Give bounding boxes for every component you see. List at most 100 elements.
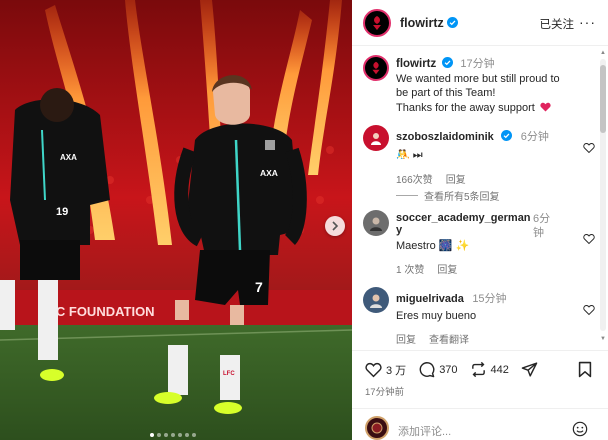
add-comment-bar: 添加评论... bbox=[352, 408, 608, 440]
caption-line-2: be part of this Team! bbox=[396, 87, 496, 99]
like-count: 3 万 bbox=[386, 364, 407, 377]
commenter-avatar[interactable] bbox=[363, 210, 389, 236]
repost-icon bbox=[471, 361, 485, 378]
repost-count: 442 bbox=[490, 363, 509, 376]
comment-reply-button[interactable]: 回复 bbox=[437, 261, 457, 276]
share-button[interactable] bbox=[521, 361, 538, 378]
caption-body: flowirtz 17分钟 We wanted more but still p… bbox=[396, 57, 596, 115]
bookmark-icon bbox=[578, 361, 592, 378]
send-paper-plane-icon bbox=[521, 362, 538, 377]
post-header: flowirtz 已关注 ··· bbox=[352, 0, 608, 46]
comment-body: szoboszlaidominik 6分钟 🤼 ⏭ 166次赞 回复 bbox=[396, 127, 586, 186]
caption-username[interactable]: flowirtz bbox=[396, 58, 436, 70]
caption-line-1: We wanted more but still proud to bbox=[396, 72, 560, 85]
carousel-dot-active bbox=[150, 433, 154, 437]
comment-like-heart-icon[interactable] bbox=[583, 304, 595, 316]
comment-text: Eres muy bueno bbox=[396, 310, 477, 322]
commenter-avatar[interactable] bbox=[363, 125, 389, 151]
post-image: LFC FOUNDATION 19 AXA AXA 7 LFC bbox=[0, 0, 352, 440]
comment-time: 15分钟 bbox=[472, 293, 507, 305]
caption-line-3: Thanks for the away support bbox=[396, 101, 535, 114]
left-shirt-sponsor: AXA bbox=[60, 153, 77, 162]
verified-badge-icon bbox=[501, 130, 513, 141]
comments-list: flowirtz 17分钟 We wanted more but still p… bbox=[352, 47, 608, 347]
posted-time: 17分钟前 bbox=[365, 387, 405, 398]
club-crest-icon bbox=[371, 422, 383, 434]
comment-like-heart-icon[interactable] bbox=[583, 233, 595, 245]
red-heart-icon bbox=[540, 102, 551, 112]
carousel-dot bbox=[192, 433, 196, 437]
following-status-button[interactable]: 已关注 bbox=[540, 16, 575, 32]
comment-username[interactable]: szoboszlaidominik bbox=[396, 131, 494, 143]
heart-icon bbox=[365, 362, 382, 377]
comment-username-wrap[interactable]: y bbox=[396, 224, 546, 236]
person-silhouette-icon bbox=[371, 133, 381, 145]
right-shirt-sponsor: AXA bbox=[260, 168, 278, 178]
comments-scrollbar[interactable] bbox=[600, 59, 606, 331]
comment-like-count[interactable]: 1 次赞 bbox=[396, 261, 424, 276]
left-player-number: 19 bbox=[56, 206, 68, 218]
smiley-face-icon bbox=[572, 421, 588, 437]
comment-input[interactable]: 添加评论... bbox=[398, 423, 451, 439]
chevron-right-icon bbox=[332, 221, 339, 231]
repost-button[interactable]: 442 bbox=[470, 361, 509, 378]
comment-time: 6分 bbox=[533, 213, 551, 225]
verified-badge-icon bbox=[442, 57, 454, 68]
view-replies-button[interactable]: 查看所有5条回复 bbox=[396, 188, 500, 203]
save-button[interactable] bbox=[578, 361, 592, 383]
comment-time: 6分钟 bbox=[520, 131, 549, 143]
replies-divider-line bbox=[396, 195, 418, 196]
caption-line-3-wrap: Thanks for the away support bbox=[396, 101, 596, 116]
current-user-avatar bbox=[365, 416, 389, 440]
comment-like-heart-icon[interactable] bbox=[583, 142, 595, 154]
author-avatar[interactable] bbox=[363, 8, 391, 37]
carousel-dots bbox=[150, 433, 196, 437]
comment-time-wrap: 6分 钟 bbox=[533, 212, 550, 240]
verified-badge-icon bbox=[446, 17, 458, 28]
commenter-avatar[interactable] bbox=[363, 287, 389, 313]
comment-time-wrap-2: 钟 bbox=[533, 227, 544, 239]
carousel-dot bbox=[157, 433, 161, 437]
carousel-dot bbox=[164, 433, 168, 437]
post-actions: 3 万 370 442 17分钟前 bbox=[352, 350, 608, 398]
comment-translate-button[interactable]: 查看翻译 bbox=[429, 331, 469, 346]
lfc-crest-icon bbox=[373, 15, 381, 30]
comment-count: 370 bbox=[439, 363, 458, 376]
caption-author-avatar[interactable] bbox=[363, 55, 389, 81]
more-options-button[interactable]: ··· bbox=[579, 14, 596, 30]
comment-body: soccer_academy_german y Maestro 🎆 ✨ 1 次赞… bbox=[396, 212, 546, 276]
sock-badge: LFC bbox=[223, 371, 235, 377]
lfc-crest-icon bbox=[372, 61, 380, 75]
carousel-dot bbox=[178, 433, 182, 437]
comment-reply-button[interactable]: 回复 bbox=[396, 331, 416, 346]
scroll-down-arrow-icon[interactable]: ▼ bbox=[600, 336, 606, 342]
comment-meta: 166次赞 回复 bbox=[396, 171, 586, 186]
emoji-button[interactable] bbox=[572, 421, 588, 440]
right-player-number: 7 bbox=[255, 279, 263, 295]
comment-like-count[interactable]: 166次赞 bbox=[396, 171, 433, 186]
comment-button[interactable]: 370 bbox=[418, 361, 458, 378]
comment-body: miguelrivada 15分钟 Eres muy bueno 回复 查看翻译 bbox=[396, 289, 586, 346]
view-replies-label: 查看所有5条回复 bbox=[424, 192, 500, 203]
comment-meta: 1 次赞 回复 bbox=[396, 261, 546, 276]
caption-time: 17分钟 bbox=[460, 58, 495, 70]
carousel-dot bbox=[171, 433, 175, 437]
photo-scene: LFC FOUNDATION 19 AXA AXA 7 LFC bbox=[0, 0, 352, 440]
person-silhouette-icon bbox=[370, 294, 382, 308]
scrollbar-thumb[interactable] bbox=[600, 65, 606, 133]
author-username[interactable]: flowirtz bbox=[400, 16, 444, 30]
comment-text: 🤼 ⏭ bbox=[396, 149, 423, 161]
comment-bubble-icon bbox=[419, 362, 435, 378]
comment-username[interactable]: soccer_academy_german bbox=[396, 212, 546, 224]
comment-text: Maestro 🎆 ✨ bbox=[396, 240, 470, 252]
post-side-panel: flowirtz 已关注 ··· flowirtz 17分钟 We wanted… bbox=[352, 0, 608, 440]
next-image-button[interactable] bbox=[325, 216, 345, 236]
person-silhouette-icon bbox=[370, 217, 382, 231]
like-button[interactable]: 3 万 bbox=[365, 362, 406, 378]
comment-reply-button[interactable]: 回复 bbox=[446, 171, 466, 186]
scroll-up-arrow-icon[interactable]: ▲ bbox=[600, 50, 606, 56]
comment-username[interactable]: miguelrivada bbox=[396, 293, 464, 305]
action-row: 3 万 370 442 bbox=[365, 361, 550, 378]
carousel-dot bbox=[185, 433, 189, 437]
comment-meta: 回复 查看翻译 bbox=[396, 331, 586, 346]
